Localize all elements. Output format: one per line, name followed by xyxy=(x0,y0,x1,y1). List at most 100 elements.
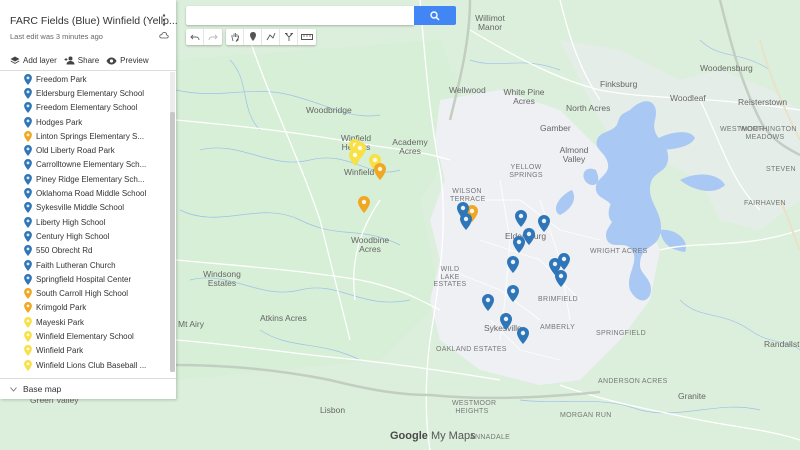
layer-item[interactable]: Liberty High School xyxy=(0,215,170,229)
layer-item[interactable]: Eldersburg Elementary School xyxy=(0,86,170,100)
layer-item-list: Freedom Park Eldersburg Elementary School… xyxy=(0,72,170,372)
layer-item-label: Winfield Park xyxy=(36,346,84,356)
map-pin-icon xyxy=(24,316,32,328)
map-pin-icon xyxy=(24,216,32,228)
search-button[interactable] xyxy=(414,6,456,25)
layer-item-label: Old Liberty Road Park xyxy=(36,146,115,156)
layer-item[interactable]: Springfield Hospital Center xyxy=(0,272,170,286)
layer-item[interactable]: Hodges Park xyxy=(0,115,170,129)
panel-divider xyxy=(0,70,176,71)
layer-item-label: Springfield Hospital Center xyxy=(36,274,132,284)
panel-actions: Add layer Share Preview xyxy=(10,56,149,65)
layer-item[interactable]: Freedom Elementary School xyxy=(0,101,170,115)
add-layer-button[interactable]: Add layer xyxy=(10,56,57,65)
layers-icon xyxy=(10,56,20,64)
redo-button[interactable] xyxy=(204,29,222,45)
layer-item[interactable]: Sykesville Middle School xyxy=(0,201,170,215)
preview-button[interactable]: Preview xyxy=(106,56,149,65)
layer-item-label: Freedom Elementary School xyxy=(36,103,138,113)
search-input[interactable] xyxy=(186,6,414,25)
cloud-sync-icon xyxy=(159,31,169,39)
google-wordmark: Google xyxy=(390,430,428,442)
chevron-down-icon xyxy=(10,386,17,392)
my-maps-wordmark: My Maps xyxy=(430,430,476,442)
search-icon xyxy=(430,10,440,21)
layer-item-label: Carrolltowne Elementary Sch... xyxy=(36,160,147,170)
eye-icon xyxy=(106,57,117,64)
undo-button[interactable] xyxy=(186,29,204,45)
map-pin-icon xyxy=(24,273,32,285)
map-pin-icon xyxy=(24,288,32,300)
layer-item-label: Linton Springs Elementary S... xyxy=(36,131,145,141)
map-pin-icon xyxy=(24,330,32,342)
directions-icon xyxy=(284,33,293,41)
layer-item-label: South Carroll High School xyxy=(36,289,129,299)
last-edit-status: Last edit was 3 minutes ago xyxy=(10,32,103,41)
layers-panel: FARC Fields (Blue) Winfield (Yello... La… xyxy=(0,0,178,399)
add-marker-button[interactable] xyxy=(244,29,262,45)
undo-icon xyxy=(189,34,199,40)
layer-item-label: Faith Lutheran Church xyxy=(36,260,116,270)
layer-item[interactable]: Linton Springs Elementary S... xyxy=(0,129,170,143)
share-label: Share xyxy=(77,56,100,65)
layer-item-label: 550 Obrecht Rd xyxy=(36,246,93,256)
layer-item-label: Hodges Park xyxy=(36,117,83,127)
draw-line-button[interactable] xyxy=(262,29,280,45)
map-pin-icon xyxy=(24,159,32,171)
polyline-icon xyxy=(266,32,275,41)
map-pin-icon xyxy=(24,73,32,85)
map-pin-icon xyxy=(24,259,32,271)
layer-item[interactable]: Winfield Lions Club Baseball ... xyxy=(0,358,170,372)
map-title[interactable]: FARC Fields (Blue) Winfield (Yello... xyxy=(10,15,178,27)
map-toolbar xyxy=(186,29,320,45)
share-button[interactable]: Share xyxy=(64,56,99,65)
map-pin-icon xyxy=(24,345,32,357)
more-options-icon[interactable] xyxy=(160,13,168,27)
layer-item-label: Century High School xyxy=(36,231,110,241)
layer-item-label: Mayeski Park xyxy=(36,317,85,327)
hand-icon xyxy=(231,33,239,42)
layer-item-label: Krimgold Park xyxy=(36,303,87,313)
base-map-toggle[interactable]: Base map xyxy=(10,384,61,394)
layer-list-scroll-thumb[interactable] xyxy=(170,112,175,372)
layer-item-label: Freedom Park xyxy=(36,74,87,84)
layer-item-label: Oklahoma Road Middle School xyxy=(36,189,147,199)
layer-item[interactable]: Freedom Park xyxy=(0,72,170,86)
layer-item[interactable]: 550 Obrecht Rd xyxy=(0,244,170,258)
map-pin-icon xyxy=(24,130,32,142)
measure-button[interactable] xyxy=(298,29,316,45)
directions-button[interactable] xyxy=(280,29,298,45)
layer-item[interactable]: South Carroll High School xyxy=(0,286,170,300)
layer-item[interactable]: Oklahoma Road Middle School xyxy=(0,186,170,200)
map-pin-icon xyxy=(24,302,32,314)
marker-icon xyxy=(249,32,256,41)
map-pin-icon xyxy=(24,188,32,200)
google-my-maps-logo: Google My Maps xyxy=(390,430,476,442)
layer-item-label: Piney Ridge Elementary Sch... xyxy=(36,174,145,184)
layer-item[interactable]: Mayeski Park xyxy=(0,315,170,329)
layer-item[interactable]: Piney Ridge Elementary Sch... xyxy=(0,172,170,186)
base-map-label: Base map xyxy=(23,384,62,394)
map-pin-icon xyxy=(24,145,32,157)
add-layer-label: Add layer xyxy=(23,56,57,65)
layer-item[interactable]: Old Liberty Road Park xyxy=(0,143,170,157)
map-pin-icon xyxy=(24,359,32,371)
basemap-divider xyxy=(0,378,176,379)
layer-item-label: Winfield Elementary School xyxy=(36,331,134,341)
preview-label: Preview xyxy=(120,56,149,65)
layer-item-label: Sykesville Middle School xyxy=(36,203,125,213)
map-pin-icon xyxy=(24,87,32,99)
layer-item[interactable]: Carrolltowne Elementary Sch... xyxy=(0,158,170,172)
redo-icon xyxy=(208,34,218,40)
layer-item[interactable]: Winfield Elementary School xyxy=(0,329,170,343)
layer-item[interactable]: Winfield Park xyxy=(0,344,170,358)
map-pin-icon xyxy=(24,230,32,242)
layer-item[interactable]: Krimgold Park xyxy=(0,301,170,315)
map-pin-icon xyxy=(24,102,32,114)
ruler-icon xyxy=(301,34,313,40)
pan-tool-button[interactable] xyxy=(226,29,244,45)
layer-item[interactable]: Faith Lutheran Church xyxy=(0,258,170,272)
map-pin-icon xyxy=(24,116,32,128)
layer-item-label: Eldersburg Elementary School xyxy=(36,88,145,98)
layer-item[interactable]: Century High School xyxy=(0,229,170,243)
